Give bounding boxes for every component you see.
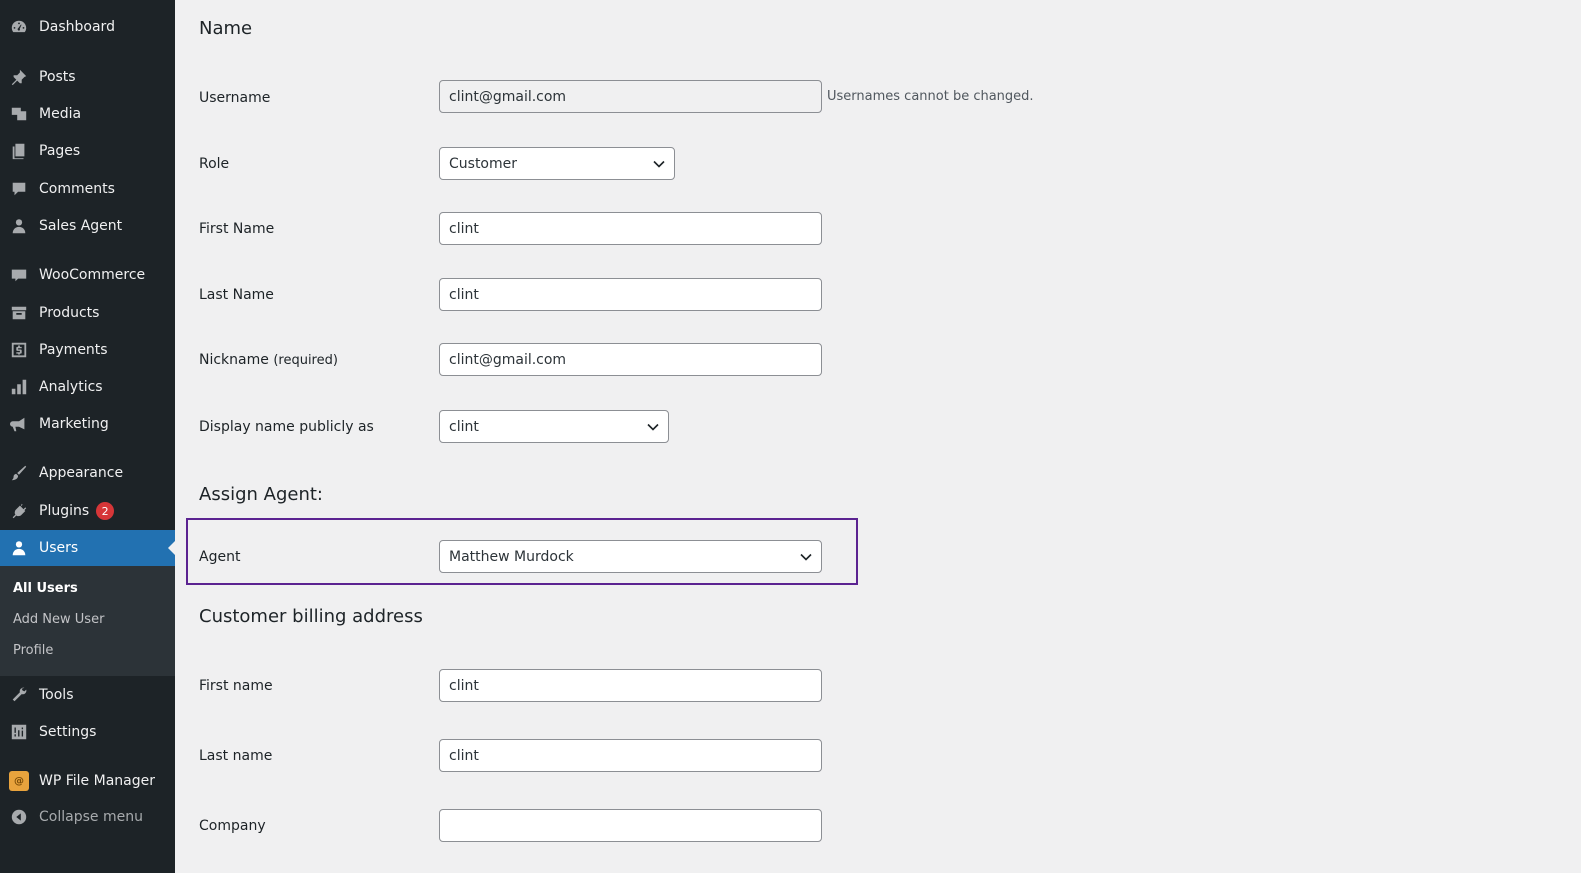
username-description: Usernames cannot be changed.: [827, 89, 1034, 104]
name-section-heading: Name: [199, 18, 253, 39]
billing-last-name-field[interactable]: clint: [439, 739, 822, 772]
sidebar-item-marketing[interactable]: Marketing: [0, 406, 175, 442]
agent-label: Agent: [199, 549, 241, 565]
sidebar-item-label: WooCommerce: [39, 267, 146, 283]
role-select[interactable]: Customer: [439, 147, 675, 180]
update-count-badge: 2: [96, 502, 115, 520]
sidebar-item-dashboard[interactable]: Dashboard: [0, 9, 175, 45]
sidebar-item-media[interactable]: Media: [0, 96, 175, 132]
billing-first-name-value: clint: [449, 677, 479, 694]
last-name-value: clint: [449, 286, 479, 303]
megaphone-icon: [9, 414, 29, 434]
submenu-item-add-new-user[interactable]: Add New User: [13, 612, 104, 627]
billing-last-name-value: clint: [449, 747, 479, 764]
chevron-down-icon: [799, 550, 813, 564]
sidebar-item-label: Sales Agent: [39, 218, 123, 234]
users-submenu: All Users Add New User Profile: [0, 566, 175, 676]
nickname-value: clint@gmail.com: [449, 351, 567, 368]
last-name-field[interactable]: clint: [439, 278, 822, 311]
sidebar-item-label: Marketing: [39, 416, 109, 432]
sidebar-item-tools[interactable]: Tools: [0, 677, 175, 713]
sidebar-item-label: Products: [39, 305, 100, 321]
billing-first-name-field[interactable]: clint: [439, 669, 822, 702]
submenu-item-all-users[interactable]: All Users: [13, 581, 78, 596]
agent-selected-value: Matthew Murdock: [449, 548, 574, 565]
display-name-label: Display name publicly as: [199, 419, 374, 435]
sidebar-item-label: Collapse menu: [39, 809, 143, 825]
collapse-icon: [9, 807, 29, 827]
dashboard-icon: [9, 17, 29, 37]
role-selected-value: Customer: [449, 155, 518, 172]
role-label: Role: [199, 156, 230, 172]
sidebar-item-woocommerce[interactable]: WooCommerce: [0, 257, 175, 293]
username-value: clint@gmail.com: [449, 88, 567, 105]
agent-select[interactable]: Matthew Murdock: [439, 540, 822, 573]
paintbrush-icon: [9, 463, 29, 483]
sidebar-item-comments[interactable]: Comments: [0, 171, 175, 207]
billing-company-field[interactable]: [439, 809, 822, 842]
sidebar-item-appearance[interactable]: Appearance: [0, 455, 175, 491]
first-name-value: clint: [449, 220, 479, 237]
pin-icon: [9, 67, 29, 87]
billing-company-label: Company: [199, 818, 266, 834]
sidebar-item-plugins[interactable]: Plugins 2: [0, 493, 175, 529]
billing-first-name-label: First name: [199, 678, 273, 694]
file-manager-icon: @: [9, 771, 29, 791]
chevron-down-icon: [652, 157, 666, 171]
billing-address-heading: Customer billing address: [199, 606, 423, 627]
sidebar-item-products[interactable]: Products: [0, 295, 175, 331]
sidebar-item-label: Dashboard: [39, 19, 115, 35]
bar-chart-icon: [9, 377, 29, 397]
username-label: Username: [199, 90, 271, 106]
sidebar-item-settings[interactable]: Settings: [0, 714, 175, 750]
first-name-field[interactable]: clint: [439, 212, 822, 245]
nickname-field[interactable]: clint@gmail.com: [439, 343, 822, 376]
sliders-icon: [9, 722, 29, 742]
sidebar-item-label: Pages: [39, 143, 81, 159]
nickname-label-text: Nickname: [199, 352, 269, 368]
archive-icon: [9, 303, 29, 323]
assign-agent-heading: Assign Agent:: [199, 484, 323, 505]
woocommerce-icon: [9, 265, 29, 285]
media-icon: [9, 104, 29, 124]
sidebar-item-users[interactable]: Users: [0, 530, 176, 566]
sidebar-item-label: Analytics: [39, 379, 103, 395]
sidebar-item-label: Media: [39, 106, 82, 122]
display-name-select[interactable]: clint: [439, 410, 669, 443]
profile-form: Name Username clint@gmail.com Usernames …: [175, 0, 1581, 873]
sidebar-item-label: Settings: [39, 724, 97, 740]
admin-sidebar: Dashboard Posts Media Pages Comments Sal…: [0, 0, 176, 873]
last-name-label: Last Name: [199, 287, 274, 303]
comment-icon: [9, 179, 29, 199]
users-icon: [9, 538, 29, 558]
sidebar-item-wp-file-manager[interactable]: @ WP File Manager: [0, 763, 175, 799]
sidebar-item-label: Plugins: [39, 503, 90, 519]
wrench-icon: [9, 685, 29, 705]
sidebar-item-pages[interactable]: Pages: [0, 133, 175, 169]
chevron-down-icon: [646, 420, 660, 434]
pages-icon: [9, 141, 29, 161]
sidebar-item-label: Tools: [39, 687, 74, 703]
submenu-item-profile[interactable]: Profile: [13, 643, 53, 658]
person-icon: [9, 216, 29, 236]
display-name-selected-value: clint: [449, 418, 479, 435]
sidebar-item-label: WP File Manager: [39, 773, 155, 789]
first-name-label: First Name: [199, 221, 275, 237]
required-note: (required): [273, 353, 338, 368]
sidebar-item-sales-agent[interactable]: Sales Agent: [0, 208, 175, 244]
sidebar-item-label: Appearance: [39, 465, 124, 481]
sidebar-item-payments[interactable]: Payments: [0, 332, 175, 368]
dollar-icon: [9, 340, 29, 360]
plug-icon: [9, 501, 29, 521]
sidebar-item-posts[interactable]: Posts: [0, 59, 175, 95]
nickname-label: Nickname (required): [199, 352, 338, 368]
username-field[interactable]: clint@gmail.com: [439, 80, 822, 113]
sidebar-item-analytics[interactable]: Analytics: [0, 369, 175, 405]
sidebar-item-label: Comments: [39, 181, 115, 197]
sidebar-item-label: Payments: [39, 342, 108, 358]
sidebar-item-label: Posts: [39, 69, 76, 85]
sidebar-item-label: Users: [39, 540, 79, 556]
billing-last-name-label: Last name: [199, 748, 273, 764]
collapse-menu-button[interactable]: Collapse menu: [0, 799, 175, 835]
